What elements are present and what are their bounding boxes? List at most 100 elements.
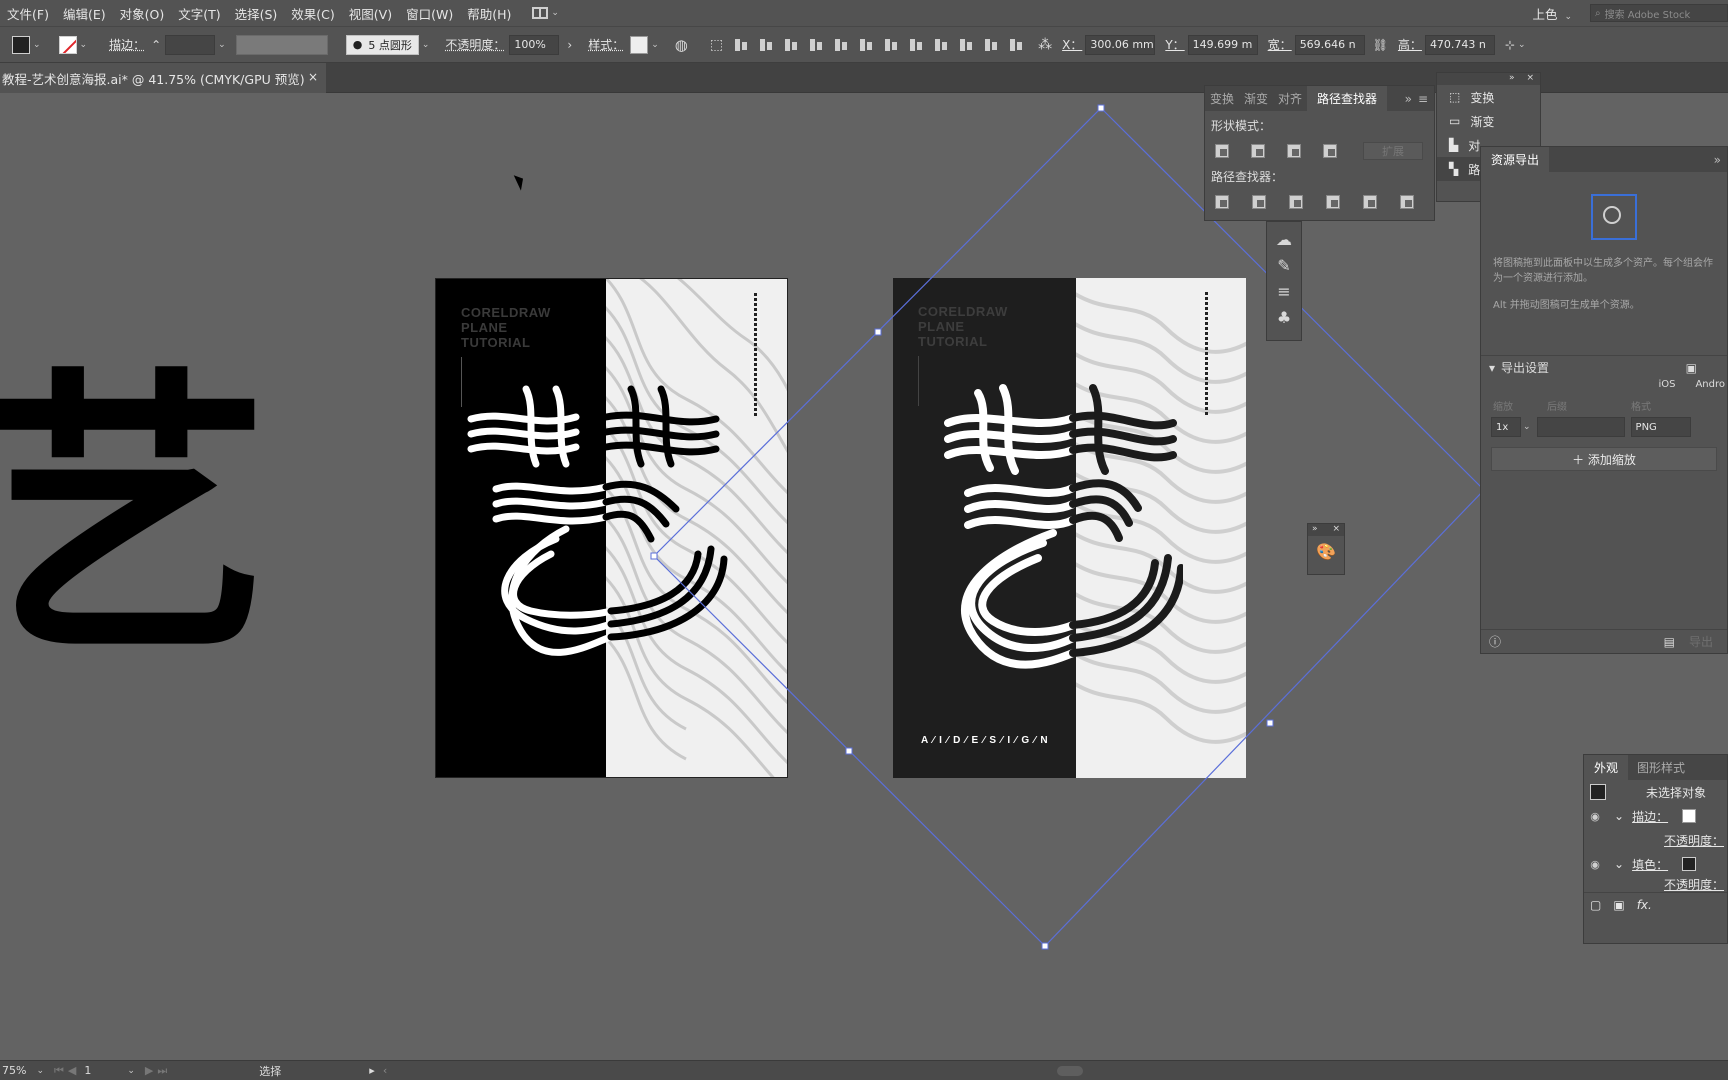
pathfinder-panel-tabs: 变换 渐变 对齐 路径查找器 » ≡ xyxy=(1205,86,1434,111)
trim-icon[interactable] xyxy=(1252,195,1266,209)
appearance-title-row: 未选择对象 xyxy=(1584,780,1727,804)
export-dialog-icon[interactable]: ▤ xyxy=(1664,635,1675,649)
appearance-stroke-row[interactable]: ◉ ⌄ 描边： xyxy=(1584,804,1727,828)
eye-icon[interactable]: ◉ xyxy=(1584,858,1606,871)
appearance-footer: ▢ ▣ fx. xyxy=(1584,892,1727,916)
collapse-icon[interactable]: » xyxy=(1714,153,1721,167)
status-menu-icon[interactable]: ▸ xyxy=(369,1064,375,1077)
opacity-label[interactable]: 不透明度： xyxy=(1664,832,1724,849)
add-stroke-icon[interactable]: ▢ xyxy=(1590,898,1601,912)
format-select[interactable]: PNG xyxy=(1630,417,1691,437)
stroke-none-swatch[interactable] xyxy=(1682,809,1697,823)
first-artboard-icon[interactable]: ⏮ xyxy=(54,1064,64,1078)
col-scale: 缩放 xyxy=(1493,402,1513,413)
floating-mini-header: » × xyxy=(1308,524,1344,536)
close-icon[interactable]: × xyxy=(1332,524,1340,536)
suffix-input[interactable] xyxy=(1536,417,1625,437)
export-settings-label: 导出设置 xyxy=(1501,361,1550,375)
divide-icon[interactable] xyxy=(1215,195,1229,209)
minus-back-icon[interactable] xyxy=(1400,195,1414,209)
collapse-icon[interactable]: » xyxy=(1405,92,1412,106)
eye-icon[interactable]: ◉ xyxy=(1584,810,1606,823)
icon-dock: ☁ ✎ ≡ ♣ xyxy=(1266,221,1302,341)
color-guide-icon[interactable]: 🎨 xyxy=(1316,542,1336,562)
scale-dropdown-icon[interactable]: ⌄ xyxy=(1523,422,1531,432)
pathfinder-panel: 变换 渐变 对齐 路径查找器 » ≡ 形状模式： 扩展 路径查找器： xyxy=(1204,85,1435,221)
tab-align[interactable]: 对齐 xyxy=(1273,90,1307,107)
handle-left-lower[interactable] xyxy=(845,747,853,755)
pathfinders-label: 路径查找器： xyxy=(1211,170,1284,184)
unite-icon[interactable] xyxy=(1215,144,1229,158)
info-icon[interactable]: ⓘ xyxy=(1489,633,1501,650)
platform-row: iOS Andro xyxy=(1481,379,1727,390)
artboard-dropdown-icon[interactable]: ⌄ xyxy=(127,1066,135,1076)
expand-button[interactable]: 扩展 xyxy=(1363,142,1423,160)
fill-label[interactable]: 填色： xyxy=(1632,856,1668,873)
handle-left-upper[interactable] xyxy=(874,328,882,336)
last-artboard-icon[interactable]: ⏭ xyxy=(157,1064,167,1078)
export-button[interactable]: 导出 xyxy=(1689,633,1713,650)
minus-front-icon[interactable] xyxy=(1251,144,1265,158)
mini-item-transform[interactable]: ⬚ 变换 xyxy=(1437,85,1540,109)
tab-asset-export[interactable]: 资源导出 xyxy=(1481,147,1550,172)
triangle-down-icon: ▾ xyxy=(1489,360,1496,375)
close-panels-icon[interactable]: × xyxy=(1526,73,1534,85)
add-fill-icon[interactable]: ▣ xyxy=(1613,898,1624,912)
pathfinder-icon: ▚ xyxy=(1449,162,1459,176)
scale-select[interactable]: 1x xyxy=(1491,417,1521,437)
appearance-fill-row[interactable]: ◉ ⌄ 填色： xyxy=(1584,852,1727,876)
chevron-down-icon[interactable]: ⌄ xyxy=(1614,857,1624,871)
mini-item-gradient[interactable]: ▭ 渐变 xyxy=(1437,109,1540,133)
tab-gradient[interactable]: 渐变 xyxy=(1239,90,1273,107)
expand-panels-icon[interactable]: » xyxy=(1509,73,1515,85)
appearance-opacity-row-1[interactable]: 不透明度： xyxy=(1584,828,1727,852)
object-thumbnail xyxy=(1590,784,1606,800)
export-presets-icon[interactable]: ▣ xyxy=(1686,361,1697,375)
artboard-number[interactable]: 1 xyxy=(84,1064,124,1077)
symbols-icon[interactable]: ♣ xyxy=(1274,308,1294,328)
handle-right-lower[interactable] xyxy=(1266,719,1274,727)
col-suffix: 后缀 xyxy=(1547,402,1567,413)
tab-pathfinder[interactable]: 路径查找器 xyxy=(1307,86,1388,111)
asset-drop-icon xyxy=(1591,194,1637,240)
zoom-dropdown-icon[interactable]: ⌄ xyxy=(36,1066,44,1076)
asset-export-header: 资源导出 » xyxy=(1481,147,1727,172)
export-settings-row[interactable]: ▾ 导出设置 ▣ xyxy=(1481,355,1727,379)
next-artboard-icon[interactable]: ▶ xyxy=(145,1064,153,1077)
tab-transform[interactable]: 变换 xyxy=(1205,90,1239,107)
handle-left[interactable] xyxy=(650,552,658,560)
brushes-icon[interactable]: ✎ xyxy=(1274,256,1294,276)
tab-graphic-styles[interactable]: 图形样式 xyxy=(1632,759,1690,776)
add-scale-label: 添加缩放 xyxy=(1587,452,1636,467)
appearance-tabs: 外观 图形样式 xyxy=(1584,755,1727,780)
scroll-left-icon[interactable]: ‹ xyxy=(383,1064,387,1077)
prev-artboard-icon[interactable]: ◀ xyxy=(68,1064,76,1077)
shape-modes-label: 形状模式： xyxy=(1211,119,1272,133)
expand-icon[interactable]: » xyxy=(1312,524,1318,536)
opacity-label[interactable]: 不透明度： xyxy=(1664,876,1724,892)
platform-ios[interactable]: iOS xyxy=(1658,379,1675,390)
handle-top[interactable] xyxy=(1097,104,1105,112)
horizontal-scrollbar-thumb[interactable] xyxy=(1057,1065,1084,1076)
align-icon: ▙ xyxy=(1449,138,1459,152)
tab-appearance[interactable]: 外观 xyxy=(1584,755,1629,780)
chevron-down-icon[interactable]: ⌄ xyxy=(1614,809,1624,823)
format-row: 1x ⌄ PNG xyxy=(1481,413,1727,437)
add-scale-button[interactable]: ＋ 添加缩放 xyxy=(1491,447,1717,471)
zoom-level[interactable]: 75% xyxy=(2,1064,26,1077)
outline-icon[interactable] xyxy=(1363,195,1377,209)
cc-libraries-icon[interactable]: ☁ xyxy=(1274,230,1294,250)
merge-icon[interactable] xyxy=(1289,195,1303,209)
fx-button[interactable]: fx. xyxy=(1637,898,1652,912)
intersect-icon[interactable] xyxy=(1287,144,1301,158)
fill-swatch[interactable] xyxy=(1682,857,1697,871)
stroke-panel-icon[interactable]: ≡ xyxy=(1274,282,1294,302)
handle-bottom[interactable] xyxy=(1041,942,1049,950)
panel-menu-icon[interactable]: ≡ xyxy=(1418,92,1428,106)
crop-icon[interactable] xyxy=(1326,195,1340,209)
floating-mini-panel: » × 🎨 xyxy=(1307,523,1345,575)
platform-android[interactable]: Andro xyxy=(1695,379,1725,390)
appearance-opacity-row-2[interactable]: 不透明度： xyxy=(1584,876,1727,892)
exclude-icon[interactable] xyxy=(1323,144,1337,158)
stroke-label[interactable]: 描边： xyxy=(1632,808,1668,825)
